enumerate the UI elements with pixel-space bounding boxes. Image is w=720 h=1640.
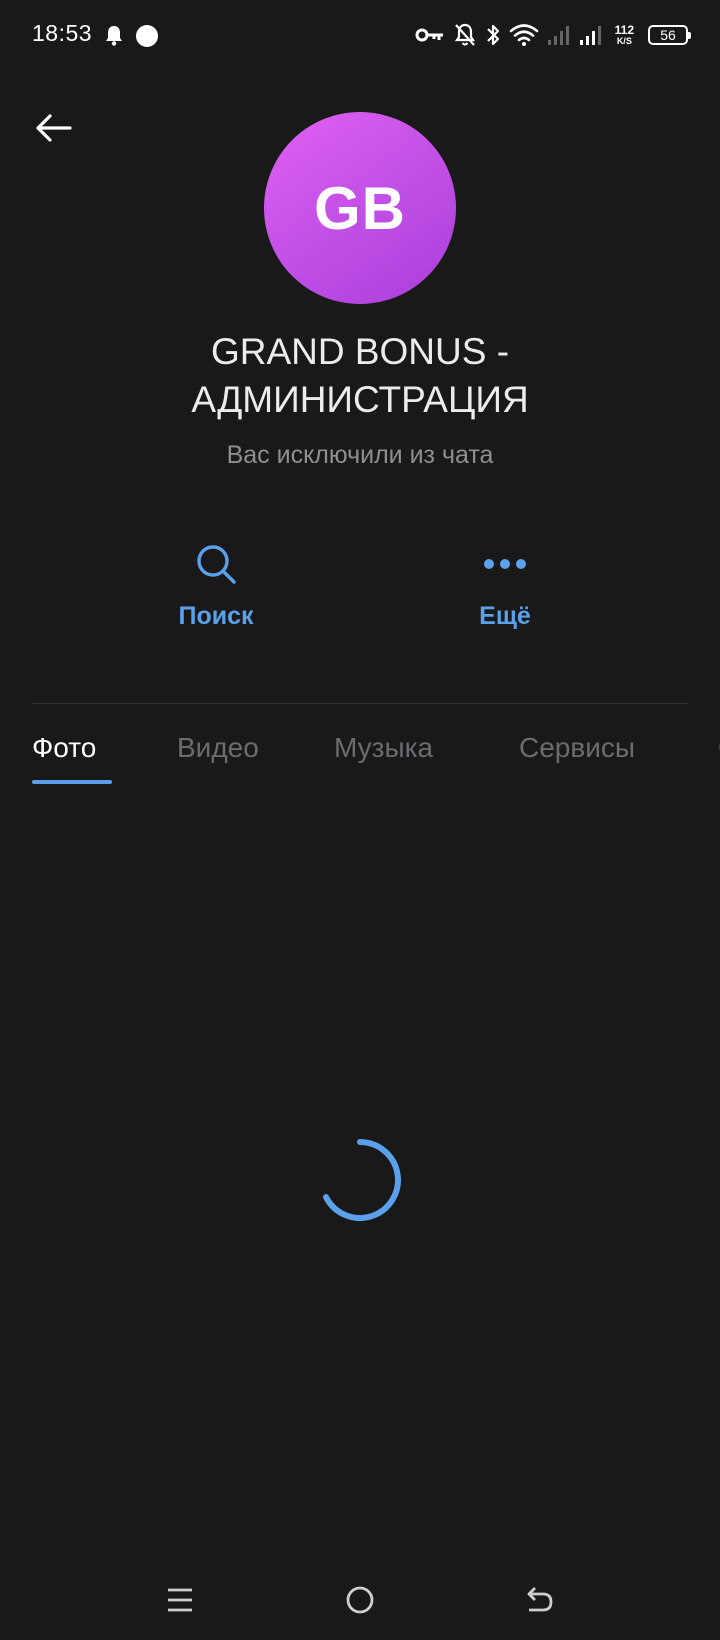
tab-indicator [32,780,112,784]
avatar[interactable]: GB [264,112,456,304]
notification-dot-icon [136,25,158,47]
avatar-initials: GB [314,174,406,242]
menu-icon [168,1588,192,1612]
home-icon [346,1586,374,1614]
network-speed: 112 K/S [615,24,634,46]
more-label: Ещё [479,602,531,630]
chat-title: GRAND BONUS - АДМИНИСТРАЦИЯ [191,331,529,420]
chat-status: Вас исключили из чата [226,441,494,469]
system-nav-bar [0,1570,720,1640]
arrow-left-icon [36,114,72,142]
tab-photo[interactable]: Фото [32,732,96,764]
wifi-icon [509,24,538,46]
bell-icon [106,26,122,46]
tab-video[interactable]: Видео [177,732,259,764]
battery-level: 56 [660,27,676,43]
more-dots-icon [484,559,526,569]
nav-home-button[interactable] [330,1570,390,1630]
battery-icon: 56 [648,25,691,45]
back-button[interactable] [32,106,76,150]
nav-menu-button[interactable] [150,1570,210,1630]
divider [32,703,688,704]
media-tabs: Фото Видео Музыка Сервисы С [32,732,720,792]
bell-off-icon [454,23,475,46]
network-speed-value: 112 [614,23,634,37]
signal-icon [579,26,601,45]
more-button[interactable]: Ещё [415,540,595,631]
status-time: 18:53 [32,20,93,46]
search-label: Поиск [178,602,254,630]
status-icons: 112 K/S 56 [415,20,691,50]
network-speed-unit: K/S [616,36,632,46]
loading-spinner-icon [323,1139,401,1221]
signal-icon [547,26,569,45]
key-icon [415,28,443,42]
back-icon [527,1587,553,1612]
status-bar: 18:53 112 K/S 56 [0,0,720,72]
nav-back-button[interactable] [510,1570,570,1630]
tab-services[interactable]: Сервисы [519,732,635,764]
search-icon [197,545,236,584]
tab-music[interactable]: Музыка [334,732,433,764]
bluetooth-icon [486,24,499,46]
search-button[interactable]: Поиск [126,540,306,631]
